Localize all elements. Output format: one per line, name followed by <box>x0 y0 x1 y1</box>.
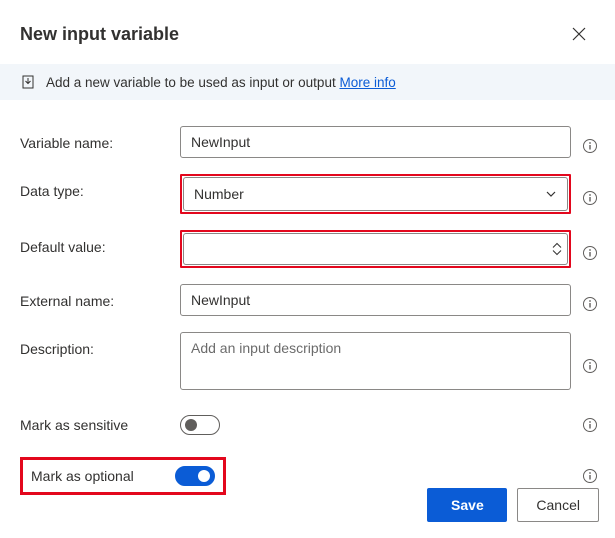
row-mark-sensitive: Mark as sensitive <box>20 415 599 435</box>
cancel-button[interactable]: Cancel <box>517 488 599 522</box>
chevron-up-icon <box>552 243 562 249</box>
import-icon <box>20 74 36 90</box>
info-icon[interactable] <box>581 416 599 434</box>
row-data-type: Data type: Number <box>20 174 599 214</box>
variable-name-input[interactable] <box>180 126 571 158</box>
mark-sensitive-label: Mark as sensitive <box>20 417 180 433</box>
info-icon[interactable] <box>581 137 599 155</box>
mark-optional-label: Mark as optional <box>31 468 161 484</box>
info-bar-text: Add a new variable to be used as input o… <box>46 75 396 90</box>
more-info-link[interactable]: More info <box>339 75 395 90</box>
mark-sensitive-toggle[interactable] <box>180 415 220 435</box>
description-textarea[interactable] <box>180 332 571 390</box>
save-button[interactable]: Save <box>427 488 507 522</box>
data-type-label: Data type: <box>20 174 180 199</box>
number-stepper[interactable] <box>552 243 562 256</box>
dialog-title: New input variable <box>20 24 179 45</box>
new-input-variable-dialog: New input variable Add a new variable to… <box>0 0 615 495</box>
description-label: Description: <box>20 332 180 357</box>
dialog-header: New input variable <box>0 0 615 64</box>
close-icon <box>572 27 586 41</box>
mark-optional-highlight: Mark as optional <box>20 457 226 495</box>
row-external-name: External name: <box>20 284 599 316</box>
info-icon[interactable] <box>581 244 599 262</box>
default-value-input[interactable] <box>183 233 568 265</box>
close-button[interactable] <box>563 18 595 50</box>
info-bar-message: Add a new variable to be used as input o… <box>46 75 336 90</box>
data-type-value: Number <box>194 186 244 202</box>
info-icon[interactable] <box>581 295 599 313</box>
row-description: Description: <box>20 332 599 393</box>
dialog-footer: Save Cancel <box>427 488 599 522</box>
form: Variable name: Data type: Number <box>0 100 615 495</box>
row-default-value: Default value: <box>20 230 599 268</box>
data-type-select[interactable]: Number <box>183 177 568 211</box>
row-variable-name: Variable name: <box>20 126 599 158</box>
mark-optional-toggle[interactable] <box>175 466 215 486</box>
external-name-label: External name: <box>20 284 180 309</box>
default-value-highlight <box>180 230 571 268</box>
info-icon[interactable] <box>581 189 599 207</box>
info-icon[interactable] <box>581 467 599 485</box>
info-icon[interactable] <box>581 357 599 375</box>
chevron-down-icon <box>552 250 562 256</box>
external-name-input[interactable] <box>180 284 571 316</box>
default-value-label: Default value: <box>20 230 180 255</box>
info-bar: Add a new variable to be used as input o… <box>0 64 615 100</box>
data-type-highlight: Number <box>180 174 571 214</box>
chevron-down-icon <box>545 188 557 200</box>
variable-name-label: Variable name: <box>20 126 180 151</box>
